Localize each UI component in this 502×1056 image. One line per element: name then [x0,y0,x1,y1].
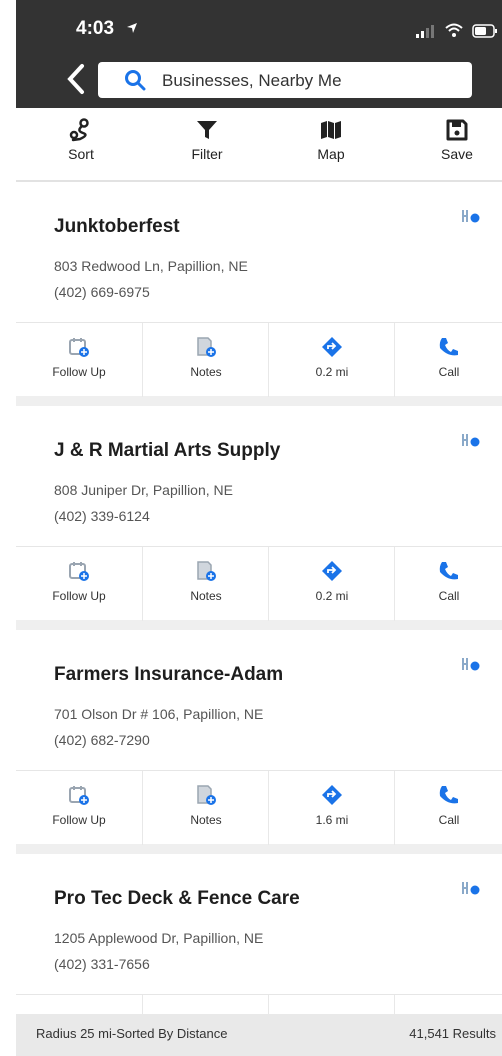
directions-icon [322,561,342,581]
search-bar[interactable]: Businesses, Nearby Me [98,62,472,98]
card-actions [16,994,502,1014]
route-add-icon[interactable] [460,208,482,224]
follow-up-label: Follow Up [52,589,106,603]
sort-label: Sort [68,146,94,162]
results-footer: Radius 25 mi-Sorted By Distance 41,541 R… [16,1014,502,1056]
app-frame: 4:03 Businesses, Nearby Me Sort Filter M… [0,0,502,1056]
filter-icon [197,121,217,139]
business-card[interactable]: Junktoberfest 803 Redwood Ln, Papillion,… [16,182,502,397]
phone-icon [439,338,458,356]
business-name[interactable]: Pro Tec Deck & Fence Care [54,888,300,910]
business-phone: (402) 339-6124 [54,508,150,524]
business-card[interactable]: J & R Martial Arts Supply 808 Juniper Dr… [16,406,502,621]
business-name[interactable]: Farmers Insurance-Adam [54,664,283,686]
header: 4:03 Businesses, Nearby Me [16,0,502,108]
follow-up-label: Follow Up [52,813,106,827]
business-phone: (402) 682-7290 [54,732,150,748]
filter-button[interactable]: Filter [162,116,252,176]
directions-icon [322,785,342,805]
calendar-add-icon [69,338,89,357]
map-button[interactable]: Map [286,116,376,176]
business-address: 1205 Applewood Dr, Papillion, NE [54,930,264,946]
save-icon [446,119,468,141]
notes-icon [197,337,216,357]
notes-button[interactable]: Notes [142,323,269,397]
business-address: 808 Juniper Dr, Papillion, NE [54,482,233,498]
map-label: Map [317,146,345,162]
call-button[interactable]: Call [394,771,502,845]
business-list: Junktoberfest 803 Redwood Ln, Papillion,… [16,182,502,1014]
calendar-add-icon [69,562,89,581]
follow-up-button[interactable] [16,995,142,1014]
business-phone: (402) 669-6975 [54,284,150,300]
map-icon [321,121,341,139]
toolbar: Sort Filter Map Save [16,108,502,182]
search-input[interactable]: Businesses, Nearby Me [162,71,342,91]
search-icon [125,70,146,91]
distance-label: 1.6 mi [315,813,349,827]
radius-sort-label[interactable]: Radius 25 mi-Sorted By Distance [36,1026,227,1041]
sort-icon [69,118,89,142]
directions-icon [322,337,342,357]
route-add-icon[interactable] [460,432,482,448]
call-label: Call [438,589,460,603]
directions-button[interactable]: 0.2 mi [268,547,395,621]
filter-label: Filter [191,146,223,162]
wifi-icon [445,23,463,37]
business-name[interactable]: Junktoberfest [54,216,180,238]
notes-label: Notes [190,589,222,603]
battery-icon [472,24,497,38]
location-arrow-icon [127,23,137,33]
card-actions: Follow Up Notes 1.6 mi Call [16,770,502,845]
call-button[interactable]: Call [394,547,502,621]
business-address: 701 Olson Dr # 106, Papillion, NE [54,706,264,722]
business-name[interactable]: J & R Martial Arts Supply [54,440,280,462]
call-label: Call [438,365,460,379]
save-label: Save [441,146,473,162]
follow-up-button[interactable]: Follow Up [16,323,142,397]
signal-icon [416,25,434,38]
business-card[interactable]: Pro Tec Deck & Fence Care 1205 Applewood… [16,854,502,1014]
calendar-add-icon [69,786,89,805]
call-button[interactable]: Call [394,323,502,397]
phone-icon [439,786,458,804]
notes-label: Notes [190,365,222,379]
phone-icon [439,562,458,580]
route-add-icon[interactable] [460,880,482,896]
directions-button[interactable]: 1.6 mi [268,771,395,845]
card-actions: Follow Up Notes 0.2 mi Call [16,546,502,621]
directions-button[interactable]: 0.2 mi [268,323,395,397]
notes-label: Notes [190,813,222,827]
follow-up-label: Follow Up [52,365,106,379]
call-label: Call [438,813,460,827]
back-button[interactable] [64,62,88,96]
notes-icon [197,785,216,805]
chevron-left-icon [67,64,84,94]
business-card[interactable]: Farmers Insurance-Adam 701 Olson Dr # 10… [16,630,502,845]
status-time: 4:03 [76,18,115,39]
distance-label: 0.2 mi [315,365,349,379]
route-add-icon[interactable] [460,656,482,672]
business-phone: (402) 331-7656 [54,956,150,972]
notes-button[interactable]: Notes [142,771,269,845]
notes-button[interactable] [142,995,269,1014]
notes-icon [197,561,216,581]
directions-button[interactable] [268,995,395,1014]
sort-button[interactable]: Sort [36,116,126,176]
distance-label: 0.2 mi [315,589,349,603]
call-button[interactable] [394,995,502,1014]
follow-up-button[interactable]: Follow Up [16,547,142,621]
results-count: 41,541 Results [409,1026,496,1041]
notes-button[interactable]: Notes [142,547,269,621]
follow-up-button[interactable]: Follow Up [16,771,142,845]
save-button[interactable]: Save [412,116,502,176]
business-address: 803 Redwood Ln, Papillion, NE [54,258,248,274]
card-actions: Follow Up Notes 0.2 mi Call [16,322,502,397]
